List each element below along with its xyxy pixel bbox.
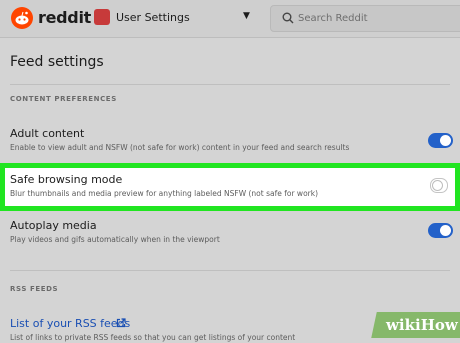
divider (10, 270, 450, 271)
safe-browsing-description: Blur thumbnails and media preview for an… (10, 189, 319, 198)
autoplay-media-toggle[interactable] (428, 223, 453, 238)
context-selector-label[interactable]: User Settings (116, 11, 190, 24)
search-icon (282, 12, 294, 24)
highlight-box (0, 163, 460, 211)
search-field[interactable] (270, 5, 460, 32)
rss-feeds-link[interactable]: List of your RSS feeds (10, 317, 130, 330)
user-avatar (94, 9, 110, 25)
page-title: Feed settings (10, 54, 104, 70)
toggle-knob (440, 225, 451, 236)
external-link-icon[interactable] (116, 318, 126, 328)
toggle-knob (440, 135, 451, 146)
chevron-down-icon[interactable]: ▼ (243, 11, 250, 21)
toggle-knob (432, 180, 443, 191)
safe-browsing-title: Safe browsing mode (10, 173, 123, 186)
section-label-content-preferences: CONTENT PREFERENCES (10, 95, 117, 103)
top-bar: reddit User Settings ▼ (0, 0, 460, 38)
adult-content-description: Enable to view adult and NSFW (not safe … (10, 143, 350, 152)
section-label-rss-feeds: RSS FEEDS (10, 285, 59, 293)
adult-content-toggle[interactable] (428, 133, 453, 148)
autoplay-media-description: Play videos and gifs automatically when … (10, 235, 220, 244)
reddit-wordmark[interactable]: reddit (38, 8, 91, 27)
rss-feeds-description: List of links to private RSS feeds so th… (10, 333, 296, 342)
divider (10, 84, 450, 85)
adult-content-title: Adult content (10, 127, 85, 140)
search-input[interactable] (298, 10, 458, 26)
reddit-logo-icon[interactable] (11, 7, 33, 29)
safe-browsing-toggle[interactable] (430, 178, 448, 193)
autoplay-media-title: Autoplay media (10, 219, 97, 232)
wikihow-watermark: wikiHow (386, 316, 458, 334)
